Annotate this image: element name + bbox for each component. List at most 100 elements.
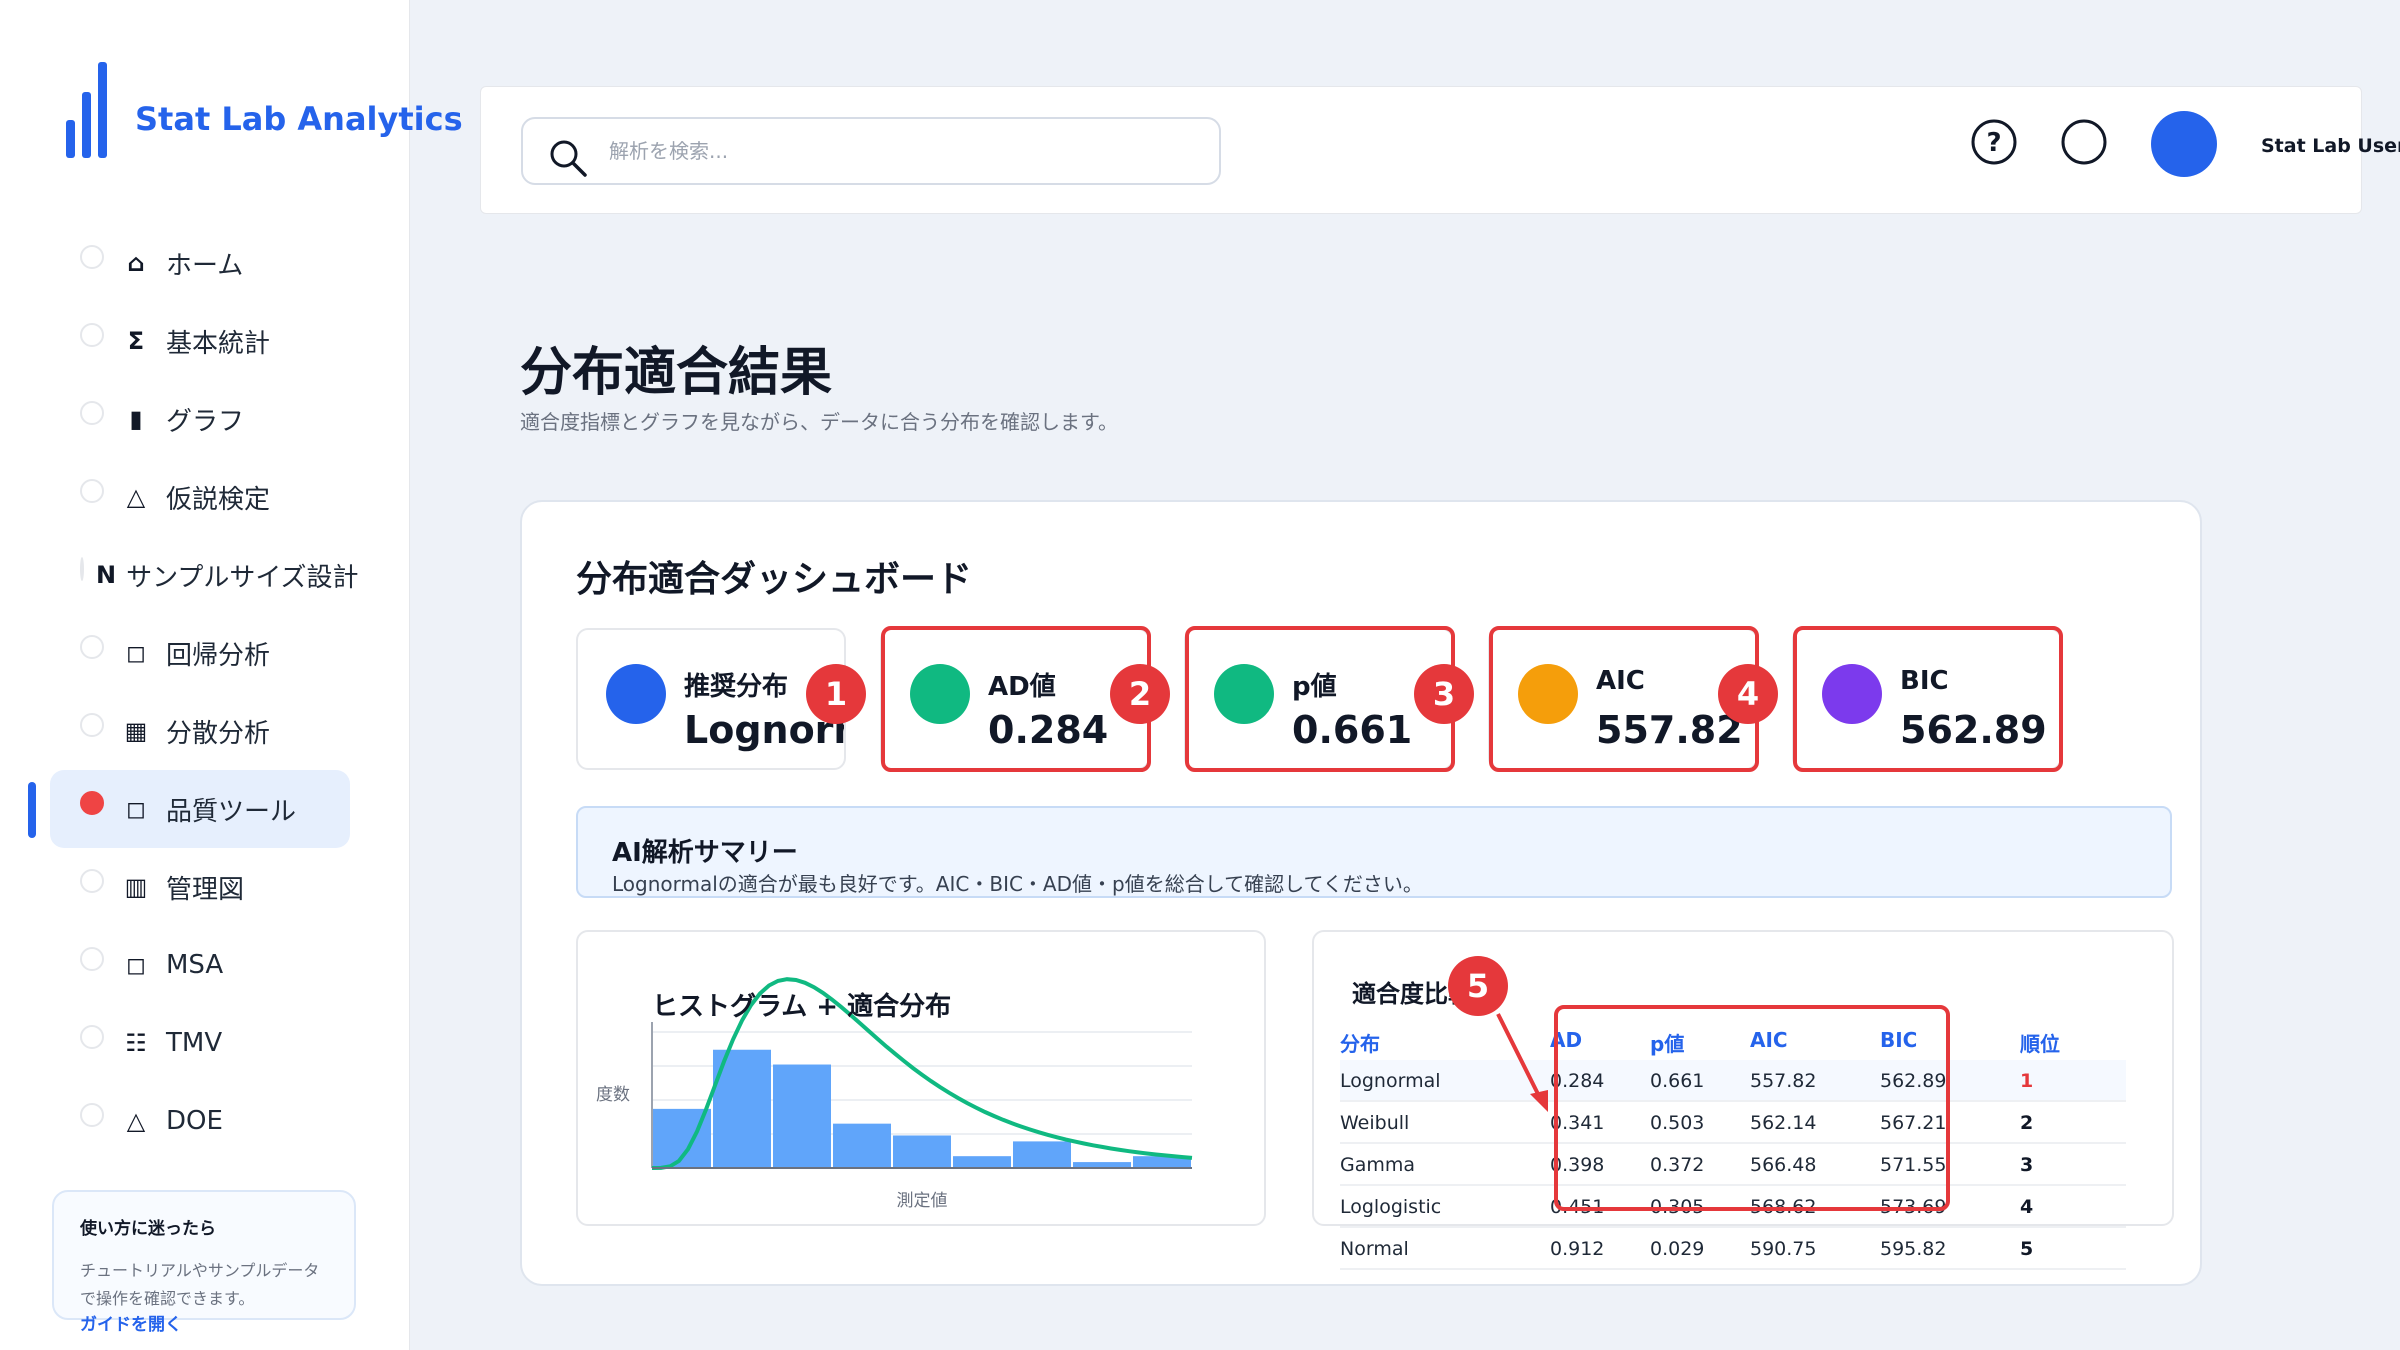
search-input[interactable] — [609, 131, 1199, 171]
sidebar-item-2[interactable]: Σ 基本統計 — [50, 302, 350, 380]
help-card-title: 使い方に迷ったら — [80, 1219, 216, 1239]
metric-label: 推奨分布 — [684, 672, 789, 702]
status-dot — [80, 713, 104, 737]
notification-icon[interactable] — [2059, 117, 2109, 167]
ai-summary-title: AI解析サマリー — [612, 838, 798, 868]
step-badge-1: 1 — [806, 664, 866, 724]
distribution-name: Weibull — [1340, 1112, 1410, 1134]
search-icon — [550, 140, 587, 177]
status-dot — [80, 323, 104, 347]
column-header[interactable]: 分布 — [1340, 1028, 1380, 1057]
sidebar-item-7[interactable]: ▦ 分散分析 — [50, 692, 350, 770]
sidebar-item-4[interactable]: △ 仮説検定 — [50, 458, 350, 536]
status-dot — [80, 869, 104, 893]
distribution-name: Loglogistic — [1340, 1196, 1442, 1218]
user-name[interactable]: Stat Lab User — [2261, 135, 2400, 157]
sidebar-item-8[interactable]: ◻ 品質ツール — [50, 770, 350, 848]
square-icon: ◻ — [126, 951, 146, 979]
status-dot — [80, 557, 84, 581]
open-guide-link[interactable]: ガイドを開く — [80, 1310, 182, 1335]
status-dot — [80, 791, 104, 815]
sidebar-item-12[interactable]: △ DOE — [50, 1082, 350, 1160]
highlight-box-5 — [1554, 1005, 1950, 1211]
step-badge-5: 5 — [1448, 956, 1508, 1016]
rank-value: 3 — [2020, 1154, 2034, 1176]
histogram-chart: 度数測定値 — [596, 977, 1193, 1211]
triangle-icon: △ — [126, 483, 146, 511]
status-dot — [80, 947, 104, 971]
rank-value: 5 — [2020, 1238, 2034, 1260]
bar-icon: ▮ — [129, 405, 143, 433]
avatar[interactable] — [2151, 111, 2217, 177]
metric-cell: 595.82 — [1880, 1238, 1947, 1260]
table-row[interactable]: Normal 0.912 0.029 590.75 595.82 5 — [1340, 1228, 2126, 1270]
sigma-icon: Σ — [127, 327, 145, 355]
sidebar-item-label: DOE — [166, 1106, 223, 1136]
sidebar-item-label: グラフ — [166, 406, 245, 437]
metric-cell: 0.912 — [1550, 1238, 1605, 1260]
sidebar-item-3[interactable]: ▮ グラフ — [50, 380, 350, 458]
square-icon: ◻ — [126, 639, 146, 667]
sidebar-item-label: MSA — [166, 950, 224, 980]
ai-summary: AI解析サマリー Lognormalの適合が最も良好です。AIC・BIC・AD値… — [576, 806, 2172, 898]
sidebar-item-label: 品質ツール — [166, 796, 297, 827]
sidebar-item-label: 分散分析 — [166, 718, 271, 749]
step-badge-2: 2 — [1110, 664, 1170, 724]
status-dot — [80, 1025, 104, 1049]
app-logo[interactable]: Stat Lab Analytics — [66, 62, 463, 158]
sidebar-item-label: TMV — [166, 1028, 223, 1058]
control-chart-icon: ▥ — [124, 873, 148, 901]
sidebar-item-9[interactable]: ▥ 管理図 — [50, 848, 350, 926]
histogram-bar — [1013, 1141, 1071, 1168]
rank-value: 2 — [2020, 1112, 2034, 1134]
active-indicator — [28, 782, 36, 838]
triangle-icon: △ — [126, 1107, 146, 1135]
column-header[interactable]: 順位 — [2020, 1028, 2060, 1057]
app-name: Stat Lab Analytics — [135, 100, 463, 138]
status-dot — [80, 245, 104, 269]
sidebar-item-label: サンプルサイズ設計 — [126, 562, 359, 593]
x-axis-label: 測定値 — [897, 1191, 948, 1211]
sidebar-item-6[interactable]: ◻ 回帰分析 — [50, 614, 350, 692]
sidebar-item-label: 回帰分析 — [166, 640, 271, 671]
dashboard-title: 分布適合ダッシュボード — [576, 559, 973, 600]
square-icon: ◻ — [126, 795, 146, 823]
help-icon[interactable]: ? — [1969, 117, 2019, 167]
sidebar-item-label: 管理図 — [166, 874, 245, 905]
histogram-title: ヒストグラム + 適合分布 — [652, 992, 952, 1022]
highlight-box-4 — [1793, 626, 2063, 772]
sidebar-item-10[interactable]: ◻ MSA — [50, 926, 350, 1004]
status-dot — [80, 635, 104, 659]
status-dot — [80, 401, 104, 425]
y-axis-label: 度数 — [596, 1085, 630, 1105]
metric-cell: 0.029 — [1650, 1238, 1705, 1260]
sidebar: Stat Lab Analytics ⌂ ホーム Σ 基本統計 ▮ グラフ △ 仮説検定 N サン… — [0, 0, 463, 1350]
ai-summary-body: Lognormalの適合が最も良好です。AIC・BIC・AD値・p値を総合して確… — [612, 872, 1423, 896]
sidebar-item-label: 基本統計 — [166, 328, 271, 359]
help-card-body: チュートリアルやサンプルデータで操作を確認できます。 — [80, 1261, 320, 1308]
step-badge-4: 4 — [1718, 664, 1778, 724]
status-dot — [80, 479, 104, 503]
sidebar-item-5[interactable]: N サンプルサイズ設計 — [50, 536, 359, 614]
sidebar-item-label: 仮説検定 — [166, 484, 271, 515]
histogram-bar — [893, 1135, 951, 1168]
list-icon: ☷ — [125, 1029, 147, 1057]
sidebar-item-1[interactable]: ⌂ ホーム — [50, 224, 350, 302]
metric-cell: 590.75 — [1750, 1238, 1817, 1260]
histogram-bar — [833, 1123, 891, 1168]
page-subtitle: 適合度指標とグラフを見ながら、データに合う分布を確認します。 — [520, 410, 1118, 434]
distribution-name: Lognormal — [1340, 1070, 1441, 1092]
search-box[interactable] — [521, 117, 1221, 185]
help-card: 使い方に迷ったら チュートリアルやサンプルデータで操作を確認できます。 ガイドを… — [52, 1190, 356, 1335]
sidebar-item-label: ホーム — [166, 250, 244, 281]
rank-value: 4 — [2020, 1196, 2034, 1218]
n-icon: N — [96, 561, 117, 589]
logo-bars-icon — [66, 62, 107, 158]
distribution-name: Gamma — [1340, 1154, 1416, 1176]
histogram-bar — [953, 1156, 1011, 1168]
sidebar-item-11[interactable]: ☷ TMV — [50, 1004, 350, 1082]
histogram-bar — [773, 1064, 831, 1168]
step-badge-3: 3 — [1414, 664, 1474, 724]
distribution-name: Normal — [1340, 1238, 1409, 1260]
top-bar: ? Stat Lab User — [480, 86, 2400, 214]
